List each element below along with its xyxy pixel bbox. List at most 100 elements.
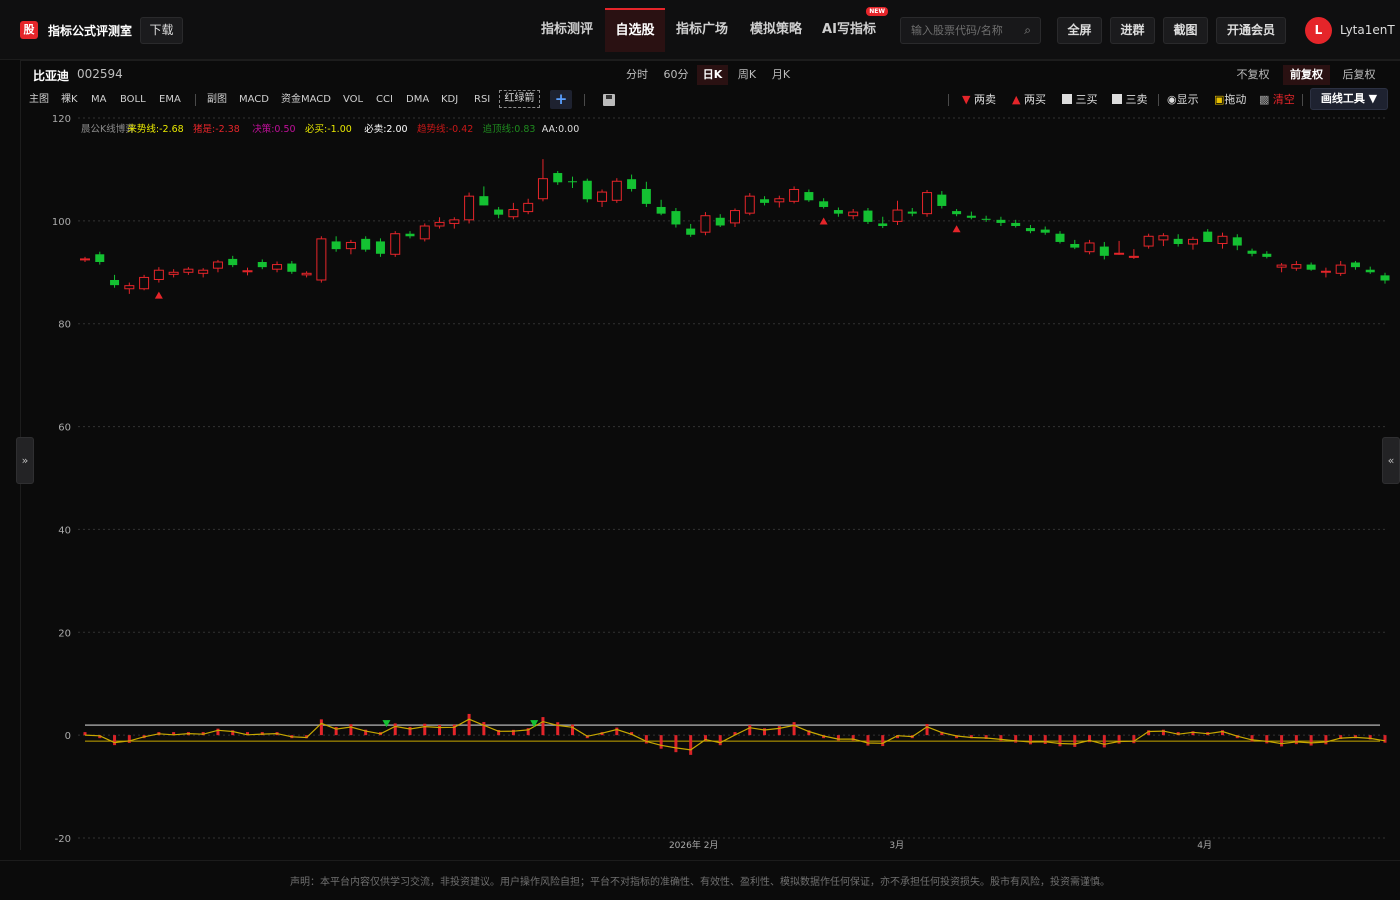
sell-marker-icon [530, 720, 539, 728]
oscillator-bar [319, 719, 323, 736]
candle-body [168, 271, 179, 275]
candle-body [183, 268, 194, 273]
x-tick-label: 2026年 2月 [669, 839, 719, 851]
oscillator-bar [1043, 735, 1047, 744]
candle-body [1143, 235, 1154, 247]
candle-body [110, 280, 120, 286]
candle-body [892, 209, 903, 222]
candle-body [537, 178, 548, 200]
oscillator-bar [423, 723, 427, 736]
buy-marker-icon [952, 225, 961, 233]
oscillator-bar [1324, 735, 1328, 745]
legend-item: 必买:-1.00 [305, 123, 352, 135]
candle-body [996, 219, 1006, 223]
oscillator-bar [748, 725, 752, 736]
candle-body [508, 209, 519, 218]
legend-item: 趋势线:-0.42 [417, 123, 473, 135]
oscillator-bar [408, 726, 412, 736]
oscillator-bar [1132, 735, 1136, 744]
candle-body [1335, 264, 1346, 274]
oscillator-bar [866, 735, 870, 746]
candle-body [390, 233, 401, 255]
candle-body [331, 241, 341, 250]
candle-body [212, 261, 223, 269]
candle-body [553, 173, 563, 183]
candle-body [1350, 262, 1360, 268]
sell-marker-icon [382, 720, 391, 728]
candle-body [419, 225, 430, 240]
candle-body [242, 270, 253, 273]
oscillator-bar [349, 724, 353, 736]
candle-body [627, 179, 637, 189]
candle-body [878, 223, 888, 226]
y-tick-label: 20 [58, 628, 71, 639]
candle-body [937, 194, 947, 206]
oscillator-bar [216, 728, 220, 736]
candle-body [1232, 237, 1242, 246]
candle-body [139, 276, 150, 290]
oscillator-bar [1014, 735, 1018, 743]
candle-body [1173, 238, 1183, 244]
legend-item: 必卖:2.00 [364, 123, 407, 135]
y-tick-label: -20 [55, 834, 71, 845]
candle-body [789, 188, 800, 202]
candle-body [449, 219, 460, 224]
candle-body [1011, 222, 1021, 226]
candle-body [523, 202, 534, 213]
y-tick-label: 120 [52, 114, 71, 125]
candle-body [671, 211, 681, 225]
oscillator-bar [718, 735, 722, 746]
candle-body [848, 211, 859, 217]
candle-body [700, 215, 711, 233]
candle-body [464, 195, 475, 221]
candle-body [494, 209, 504, 215]
candle-body [1365, 269, 1375, 273]
candlestick-chart[interactable]: 120100806040200-20 2026年 2月 3月 4月 晨公K线博弈来势… [0, 0, 1400, 860]
candle-body [568, 181, 577, 183]
candle-body [1203, 231, 1213, 242]
oscillator-bar [1309, 735, 1313, 746]
candle-body [1320, 270, 1331, 273]
candle-body [1247, 250, 1257, 254]
legend-item: 来势线:-2.68 [127, 123, 183, 135]
candle-body [981, 218, 991, 220]
buy-marker-icon [819, 217, 828, 225]
oscillator-bar [925, 724, 929, 736]
candle-body [228, 258, 238, 266]
oscillator-bar [659, 735, 663, 749]
candle-body [316, 238, 327, 281]
candle-body [1099, 246, 1109, 256]
oscillator-bar [482, 722, 486, 736]
candle-body [1114, 252, 1125, 255]
oscillator-bar [438, 724, 442, 736]
oscillator-bar [1383, 735, 1387, 743]
oscillator-bar [1073, 735, 1077, 747]
oscillator-bar [792, 722, 796, 736]
oscillator-bar [127, 735, 131, 743]
collapse-right-button[interactable]: « [1382, 437, 1400, 484]
candle-body [361, 238, 371, 250]
collapse-left-button[interactable]: » [16, 437, 34, 484]
candle-body [1025, 228, 1035, 232]
candle-body [1217, 235, 1228, 244]
candle-body [597, 191, 608, 202]
oscillator-bar [1294, 735, 1298, 745]
oscillator-bar [393, 723, 397, 736]
oscillator-bar [777, 726, 781, 736]
buy-marker-icon [154, 291, 163, 299]
candle-body [1380, 275, 1390, 281]
candle-body [479, 196, 489, 206]
candle-body [1262, 253, 1272, 257]
oscillator-bar [1102, 735, 1106, 748]
candle-body [405, 233, 415, 237]
oscillator-bar [1265, 735, 1269, 744]
candle-body [434, 221, 445, 227]
candle-body [1055, 233, 1065, 242]
candle-body [804, 192, 814, 201]
candle-body [833, 210, 843, 214]
candle-body [656, 206, 666, 214]
candle-body [301, 272, 312, 276]
oscillator-bar [615, 727, 619, 736]
candle-body [80, 258, 90, 261]
candle-body [1084, 242, 1095, 253]
